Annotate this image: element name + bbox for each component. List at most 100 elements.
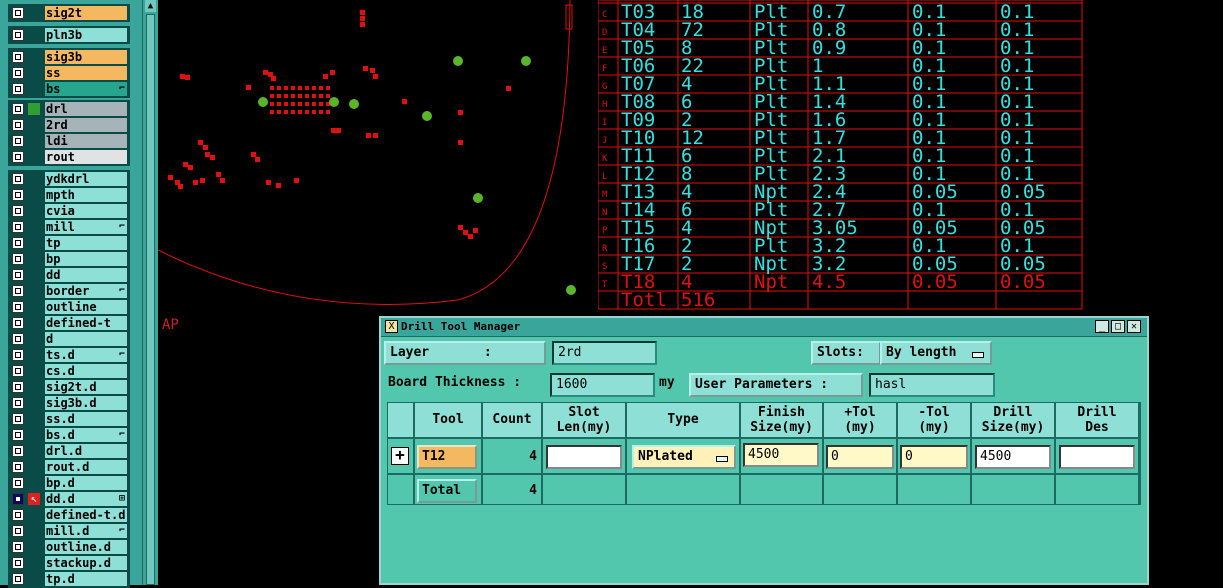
layer-row[interactable]: 2rd [8, 117, 130, 133]
layer-row[interactable]: dd [8, 267, 130, 283]
pcb-graphics-canvas[interactable] [157, 0, 598, 315]
report-row-letter: N [602, 208, 607, 218]
layer-checkbox[interactable] [12, 333, 24, 345]
layer-row[interactable]: sig2t [8, 5, 130, 21]
tool-button-t12[interactable]: T12 [417, 445, 477, 469]
total-button[interactable]: Total [417, 479, 477, 503]
layer-row[interactable]: ss [8, 65, 130, 81]
layer-checkbox[interactable] [12, 429, 24, 441]
layer-checkbox[interactable] [12, 301, 24, 313]
minus-tol-input[interactable]: 0 [900, 445, 968, 469]
layer-checkbox[interactable] [12, 135, 24, 147]
layer-name: dd [45, 268, 127, 282]
layer-name: sig2t.d [45, 380, 127, 394]
layer-checkbox[interactable] [12, 7, 24, 19]
type-dropdown[interactable]: NPlated [632, 445, 736, 469]
layer-checkbox[interactable] [12, 525, 24, 537]
maximize-icon[interactable]: □ [1111, 320, 1125, 333]
close-icon[interactable]: ✕ [1127, 320, 1141, 333]
layer-row[interactable]: ↖ dd.d ⊞ [8, 491, 130, 507]
layer-row[interactable]: outline.d [8, 539, 130, 555]
minimize-icon[interactable]: _ [1095, 320, 1109, 333]
slot-length-input[interactable] [546, 445, 622, 469]
layer-row[interactable]: bs ⌐ [8, 81, 130, 97]
layer-row[interactable]: border ⌐ [8, 283, 130, 299]
drill-des-input[interactable] [1059, 445, 1135, 469]
layer-row[interactable]: drl [8, 101, 130, 117]
app-icon: X [385, 320, 398, 333]
layer-checkbox[interactable] [12, 29, 24, 41]
plus-tol-input[interactable]: 0 [826, 445, 894, 469]
layer-checkbox[interactable] [12, 317, 24, 329]
canvas-lower-area[interactable]: AP [158, 315, 380, 585]
scroll-track[interactable] [146, 14, 155, 585]
layer-checkbox[interactable] [12, 413, 24, 425]
layer-checkbox[interactable] [12, 285, 24, 297]
user-parameters-field[interactable]: hasl [869, 373, 995, 397]
layer-checkbox[interactable] [12, 541, 24, 553]
layer-checkbox[interactable] [12, 205, 24, 217]
row-minus-tol-cell: 0 [897, 438, 971, 474]
layer-row[interactable]: d [8, 331, 130, 347]
layer-row[interactable]: mill.d ⌐ [8, 523, 130, 539]
layer-checkbox[interactable] [12, 461, 24, 473]
layer-checkbox[interactable] [12, 83, 24, 95]
layer-checkbox[interactable] [12, 557, 24, 569]
layer-checkbox[interactable] [12, 51, 24, 63]
finish-size-input[interactable]: 4500 [743, 443, 819, 467]
layer-checkbox[interactable] [12, 477, 24, 489]
layer-row[interactable]: rout.d [8, 459, 130, 475]
layer-checkbox[interactable] [12, 253, 24, 265]
layer-row[interactable]: sig3b.d [8, 395, 130, 411]
layer-checkbox[interactable] [12, 493, 24, 505]
layer-checkbox[interactable] [12, 221, 24, 233]
layer-row[interactable]: sig2t.d [8, 379, 130, 395]
expand-plus-icon[interactable]: + [391, 447, 409, 465]
layer-row[interactable]: ydkdrl [8, 171, 130, 187]
layer-panel-scrollbar[interactable]: ▲ [142, 0, 159, 585]
layer-row[interactable]: defined-t [8, 315, 130, 331]
layer-row[interactable]: ss.d [8, 411, 130, 427]
layer-checkbox[interactable] [12, 119, 24, 131]
col-header-drill-size-line1: Drill [993, 405, 1033, 420]
layer-checkbox[interactable] [12, 237, 24, 249]
layer-row[interactable]: bs.d ⌐ [8, 427, 130, 443]
layer-row[interactable]: bp.d [8, 475, 130, 491]
layer-checkbox[interactable] [12, 173, 24, 185]
layer-row[interactable]: sig3b [8, 49, 130, 65]
layer-checkbox[interactable] [12, 189, 24, 201]
layer-row[interactable]: defined-t.d [8, 507, 130, 523]
dialog-title-bar[interactable]: X Drill Tool Manager _ □ ✕ [381, 318, 1147, 337]
layer-row[interactable]: drl.d [8, 443, 130, 459]
layer-row[interactable]: tp [8, 235, 130, 251]
layer-checkbox[interactable] [12, 67, 24, 79]
layer-checkbox[interactable] [12, 381, 24, 393]
layer-row[interactable]: outline [8, 299, 130, 315]
layer-row[interactable]: ts.d ⌐ [8, 347, 130, 363]
layer-checkbox[interactable] [12, 103, 24, 115]
layer-checkbox[interactable] [12, 445, 24, 457]
drill-size-input[interactable]: 4500 [975, 445, 1051, 469]
layer-row[interactable]: ldi [8, 133, 130, 149]
layer-checkbox[interactable] [12, 509, 24, 521]
layer-field[interactable]: 2rd [552, 341, 657, 365]
layer-row[interactable]: mpth [8, 187, 130, 203]
slots-dropdown[interactable]: By length [880, 341, 992, 365]
layer-checkbox[interactable] [12, 349, 24, 361]
layer-row[interactable]: rout [8, 149, 130, 165]
scroll-up-arrow-icon[interactable]: ▲ [145, 0, 156, 12]
layer-checkbox[interactable] [12, 365, 24, 377]
layer-type-icon: ⌐ [118, 83, 125, 94]
layer-checkbox[interactable] [12, 151, 24, 163]
layer-checkbox[interactable] [12, 573, 24, 585]
layer-row[interactable]: mill ⌐ [8, 219, 130, 235]
user-parameters-button[interactable]: User Parameters : [689, 373, 863, 397]
layer-row[interactable]: cs.d [8, 363, 130, 379]
layer-checkbox[interactable] [12, 269, 24, 281]
layer-checkbox[interactable] [12, 397, 24, 409]
layer-row[interactable]: pln3b [8, 27, 130, 43]
layer-row[interactable]: bp [8, 251, 130, 267]
layer-row[interactable]: stackup.d [8, 555, 130, 571]
board-thickness-field[interactable]: 1600 [550, 373, 655, 397]
layer-row[interactable]: cvia [8, 203, 130, 219]
